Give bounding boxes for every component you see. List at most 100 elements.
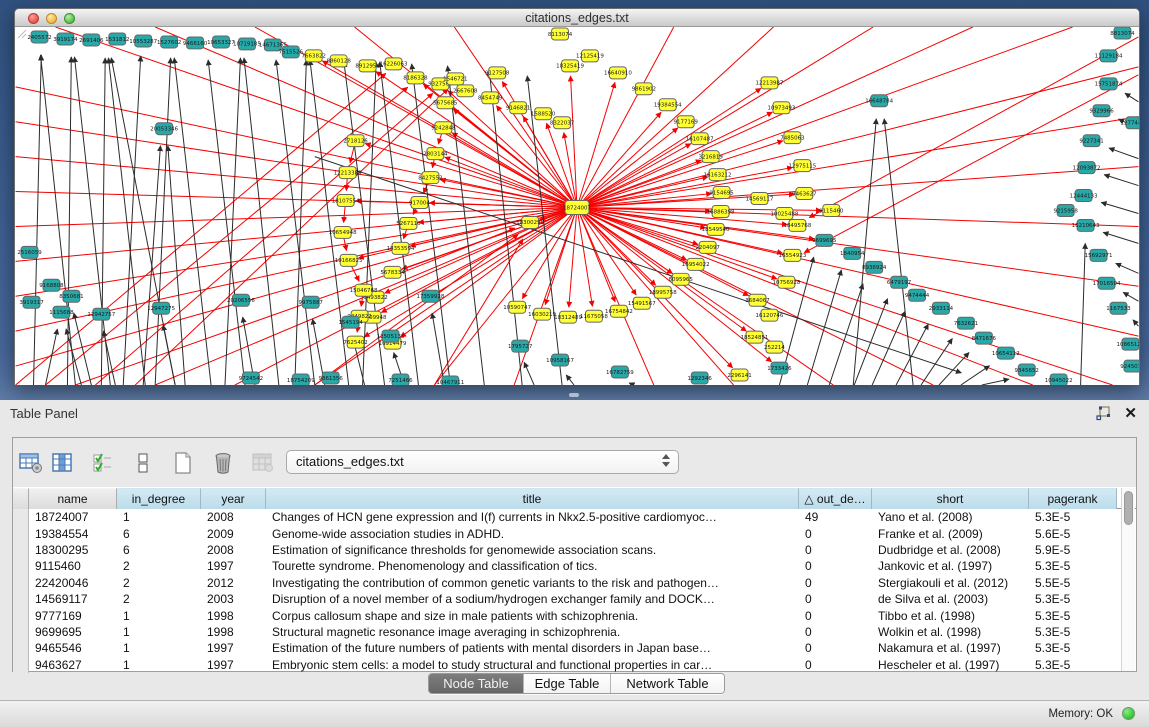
- table-cell[interactable]: 2: [117, 591, 201, 607]
- table-row[interactable]: 977716911998Corpus callosum shape and si…: [13, 607, 1136, 623]
- table-cell[interactable]: 9463627: [29, 657, 117, 673]
- network-window[interactable]: citations_edges.txt 18300295193845549177…: [14, 8, 1140, 385]
- delete-icon[interactable]: [210, 450, 236, 476]
- table-cell[interactable]: 0: [799, 542, 872, 558]
- table-cell[interactable]: Estimation of significance thresholds fo…: [266, 542, 799, 558]
- table-cell[interactable]: Tourette syndrome. Phenomenology and cla…: [266, 558, 799, 574]
- table-cell[interactable]: 0: [799, 525, 872, 541]
- table-scrollbar-thumb[interactable]: [1124, 491, 1133, 525]
- table-cell[interactable]: Changes of HCN gene expression and I(f) …: [266, 509, 799, 525]
- table-row[interactable]: 969969511998Structural magnetic resonanc…: [13, 624, 1136, 640]
- table-cell[interactable]: [13, 591, 29, 607]
- table-cell[interactable]: 0: [799, 591, 872, 607]
- table-cell[interactable]: 5.3E-5: [1029, 657, 1117, 673]
- table-cell[interactable]: Genome-wide association studies in ADHD.: [266, 525, 799, 541]
- table-cell[interactable]: 2008: [201, 542, 266, 558]
- table-cell[interactable]: 1: [117, 640, 201, 656]
- close-panel-icon[interactable]: ✕: [1124, 404, 1137, 422]
- table-cell[interactable]: Investigating the contribution of common…: [266, 575, 799, 591]
- table-cell[interactable]: Estimation of the future numbers of pati…: [266, 640, 799, 656]
- table-cell[interactable]: Embryonic stem cells: a model to study s…: [266, 657, 799, 673]
- table-cell[interactable]: 0: [799, 558, 872, 574]
- table-cell[interactable]: [13, 624, 29, 640]
- table-cell[interactable]: 5.5E-5: [1029, 575, 1117, 591]
- table-cell[interactable]: 9777169: [29, 607, 117, 623]
- table-cell[interactable]: 9115460: [29, 558, 117, 574]
- table-cell[interactable]: de Silva et al. (2003): [872, 591, 1029, 607]
- table-cell[interactable]: 1: [117, 509, 201, 525]
- table-cell[interactable]: 5.9E-5: [1029, 542, 1117, 558]
- table-cell[interactable]: 18724007: [29, 509, 117, 525]
- table-cell[interactable]: 5.3E-5: [1029, 509, 1117, 525]
- unselect-rows-icon[interactable]: [130, 450, 156, 476]
- window-resize-grip[interactable]: [15, 27, 27, 39]
- table-cell[interactable]: Disruption of a novel member of a sodium…: [266, 591, 799, 607]
- table-cell[interactable]: Hescheler et al. (1997): [872, 657, 1029, 673]
- table-cell[interactable]: 2012: [201, 575, 266, 591]
- network-canvas[interactable]: 1830029519384554917716916107487321681916…: [15, 27, 1139, 385]
- table-cell[interactable]: 1997: [201, 657, 266, 673]
- table-cell[interactable]: [13, 525, 29, 541]
- table-cell[interactable]: 5.3E-5: [1029, 607, 1117, 623]
- table-cell[interactable]: [13, 657, 29, 673]
- table-cell[interactable]: 18300295: [29, 542, 117, 558]
- table-cell[interactable]: Corpus callosum shape and size in male p…: [266, 607, 799, 623]
- table-cell[interactable]: [13, 542, 29, 558]
- table-cell[interactable]: 49: [799, 509, 872, 525]
- table-cell[interactable]: 1: [117, 607, 201, 623]
- table-cell[interactable]: 5.3E-5: [1029, 624, 1117, 640]
- table-cell[interactable]: Nakamura et al. (1997): [872, 640, 1029, 656]
- table-cell[interactable]: 0: [799, 657, 872, 673]
- table-column-icon[interactable]: [50, 450, 76, 476]
- table-row[interactable]: 1830029562008Estimation of significance …: [13, 542, 1136, 558]
- column-header-out_de…[interactable]: △ out_de…: [799, 488, 872, 509]
- table-row[interactable]: 1456911722003Disruption of a novel membe…: [13, 591, 1136, 607]
- table-cell[interactable]: Tibbo et al. (1998): [872, 607, 1029, 623]
- table-cell[interactable]: 0: [799, 607, 872, 623]
- table-row[interactable]: 911546021997Tourette syndrome. Phenomeno…: [13, 558, 1136, 574]
- table-cell[interactable]: 14569117: [29, 591, 117, 607]
- table-cell[interactable]: 5.3E-5: [1029, 591, 1117, 607]
- table-cell[interactable]: 5.3E-5: [1029, 640, 1117, 656]
- column-header-name[interactable]: name: [29, 488, 117, 509]
- column-header-short[interactable]: short: [872, 488, 1029, 509]
- table-cell[interactable]: 2008: [201, 509, 266, 525]
- table-cell[interactable]: Franke et al. (2009): [872, 525, 1029, 541]
- table-cell[interactable]: 22420046: [29, 575, 117, 591]
- table-cell[interactable]: 19384554: [29, 525, 117, 541]
- table-row[interactable]: 2242004622012Investigating the contribut…: [13, 575, 1136, 591]
- table-cell[interactable]: [13, 575, 29, 591]
- table-cell[interactable]: 2009: [201, 525, 266, 541]
- table-cell[interactable]: Dudbridge et al. (2008): [872, 542, 1029, 558]
- table-row[interactable]: 946554611997Estimation of the future num…: [13, 640, 1136, 656]
- table-cell[interactable]: 1998: [201, 607, 266, 623]
- table-cell[interactable]: 2: [117, 558, 201, 574]
- table-settings-icon[interactable]: [18, 450, 44, 476]
- table-row[interactable]: 1872400712008Changes of HCN gene express…: [13, 509, 1136, 525]
- table-row[interactable]: 1938455462009Genome-wide association stu…: [13, 525, 1136, 541]
- column-header-in_degree[interactable]: in_degree: [117, 488, 201, 509]
- table-cell[interactable]: 5.6E-5: [1029, 525, 1117, 541]
- column-header-pagerank[interactable]: pagerank: [1029, 488, 1117, 509]
- table-cell[interactable]: [13, 640, 29, 656]
- table-cell[interactable]: 0: [799, 640, 872, 656]
- table-cell[interactable]: 6: [117, 542, 201, 558]
- tab-edge-table[interactable]: Edge Table: [524, 674, 611, 693]
- table-cell[interactable]: 1998: [201, 624, 266, 640]
- table-cell[interactable]: 2003: [201, 591, 266, 607]
- table-cell[interactable]: 2: [117, 575, 201, 591]
- float-panel-icon[interactable]: [1096, 406, 1111, 421]
- table-cell[interactable]: [13, 509, 29, 525]
- table-cell[interactable]: Jankovic et al. (1997): [872, 558, 1029, 574]
- table-cell[interactable]: 1: [117, 657, 201, 673]
- table-cell[interactable]: Stergiakouli et al. (2012): [872, 575, 1029, 591]
- column-header-title[interactable]: title: [266, 488, 799, 509]
- table-cell[interactable]: 1997: [201, 558, 266, 574]
- table-selector-dropdown[interactable]: citations_edges.txt: [286, 450, 679, 474]
- table-scrollbar[interactable]: [1121, 488, 1135, 671]
- table-cell[interactable]: Yano et al. (2008): [872, 509, 1029, 525]
- column-header-row[interactable]: [13, 488, 29, 509]
- select-all-icon[interactable]: [90, 450, 116, 476]
- table-cell[interactable]: 0: [799, 575, 872, 591]
- tab-node-table[interactable]: Node Table: [429, 674, 524, 693]
